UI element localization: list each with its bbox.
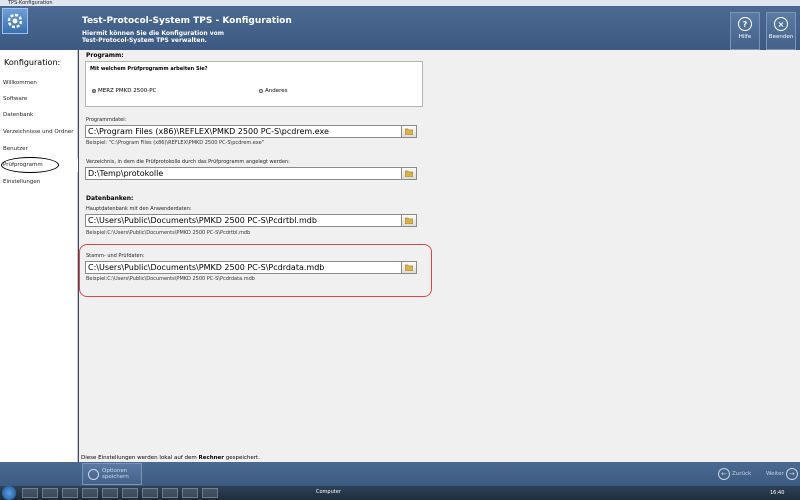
master-db-browse-button[interactable] bbox=[401, 261, 417, 274]
sidebar-item-willkommen[interactable]: Willkommen bbox=[0, 76, 78, 90]
program-question: Mit welchem Prüfprogramm arbeiten Sie? bbox=[90, 66, 208, 72]
taskbar-app-4[interactable] bbox=[82, 488, 98, 498]
folder-icon bbox=[405, 170, 413, 177]
close-icon: × bbox=[774, 17, 788, 31]
folder-icon bbox=[405, 128, 413, 135]
radio-unselected-icon bbox=[259, 89, 263, 93]
arrow-right-icon: → bbox=[785, 468, 798, 480]
sidebar-item-verzeichnisse[interactable]: Verzeichnisse und Ordner bbox=[0, 125, 78, 139]
page-title: Test-Protocol-System TPS - Konfiguration bbox=[82, 16, 292, 26]
radio-merz-label: MERZ PMKD 2500-PC bbox=[98, 88, 157, 94]
next-label: Weiter bbox=[766, 471, 784, 477]
taskbar-app-8[interactable] bbox=[162, 488, 178, 498]
databases-section-title: Datenbanken: bbox=[86, 195, 134, 202]
page-subtitle: Hiermit können Sie die Konfiguration vom… bbox=[82, 30, 282, 44]
sidebar: Konfiguration: Willkommen Software Daten… bbox=[0, 50, 78, 462]
main-db-browse-button[interactable] bbox=[401, 214, 417, 227]
help-button[interactable]: ? Hilfe bbox=[730, 12, 760, 50]
taskbar-app-2[interactable] bbox=[42, 488, 58, 498]
taskbar-app-9[interactable] bbox=[182, 488, 198, 498]
taskbar-app-7[interactable] bbox=[142, 488, 158, 498]
sidebar-item-pruefprogramm[interactable]: Prüfprogramm bbox=[0, 158, 78, 172]
protocol-dir-input[interactable]: D:\Temp\protokolle bbox=[85, 167, 403, 180]
page-subtitle-line2: Test-Protocol-System TPS verwalten. bbox=[82, 37, 208, 44]
main-db-hint: Beispiel:C:\Users\Public\Documents\PMKD … bbox=[86, 230, 251, 236]
protocol-dir-browse-button[interactable] bbox=[401, 167, 417, 180]
master-db-hint: Beispiel:C:\Users\Public\Documents\PMKD … bbox=[86, 276, 255, 282]
folder-icon bbox=[405, 264, 413, 271]
start-button-windows-icon[interactable] bbox=[2, 486, 16, 500]
taskbar-clock[interactable]: 16:40 bbox=[770, 490, 784, 496]
next-button[interactable]: Weiter → bbox=[766, 463, 800, 485]
save-options-button[interactable]: Optionen speichern bbox=[82, 463, 142, 485]
sidebar-item-benutzer[interactable]: Benutzer bbox=[0, 142, 78, 156]
main-db-input[interactable]: C:\Users\Public\Documents\PMKD 2500 PC-S… bbox=[85, 214, 403, 227]
radio-anderes[interactable]: Anderes bbox=[259, 88, 288, 94]
radio-selected-icon bbox=[92, 89, 96, 93]
footer-note-suffix: gespeichert. bbox=[223, 455, 260, 461]
taskbar-app-10[interactable] bbox=[202, 488, 218, 498]
exit-button[interactable]: × Beenden bbox=[766, 12, 796, 50]
taskbar-app-1[interactable] bbox=[22, 488, 38, 498]
sidebar-item-einstellungen[interactable]: Einstellungen bbox=[0, 175, 78, 189]
taskbar-app-3[interactable] bbox=[62, 488, 78, 498]
radio-anderes-label: Anderes bbox=[265, 88, 288, 94]
sidebar-item-software[interactable]: Software bbox=[0, 92, 78, 106]
help-icon: ? bbox=[738, 17, 752, 31]
program-file-browse-button[interactable] bbox=[401, 125, 417, 138]
sidebar-item-datenbank[interactable]: Datenbank bbox=[0, 108, 78, 122]
taskbar-tray-text[interactable]: Computer bbox=[316, 489, 341, 495]
app-logo-gear-icon bbox=[2, 8, 28, 34]
save-options-label: Optionen speichern bbox=[102, 468, 129, 480]
protocol-dir-label: Verzeichnis, in dem die Prüfprotokolle d… bbox=[86, 159, 290, 165]
master-db-label: Stamm- und Prüfdaten: bbox=[86, 253, 145, 259]
footer-note: Diese Einstellungen werden lokal auf dem… bbox=[79, 454, 800, 462]
program-section-title: Programm: bbox=[86, 52, 124, 59]
footer-note-prefix: Diese Einstellungen werden lokal auf dem bbox=[81, 455, 199, 461]
save-options-line2: speichern bbox=[102, 474, 129, 480]
help-label: Hilfe bbox=[738, 34, 752, 40]
arrow-left-icon: ← bbox=[718, 468, 730, 480]
program-file-hint: Beispiel: "C:\Program Files (x86)\REFLEX… bbox=[86, 140, 264, 146]
exit-label: Beenden bbox=[768, 34, 794, 40]
footer-note-bold: Rechner bbox=[198, 455, 224, 461]
folder-icon bbox=[405, 217, 413, 224]
radio-merz[interactable]: MERZ PMKD 2500-PC bbox=[92, 88, 156, 94]
program-file-label: Programmdatei: bbox=[86, 117, 127, 123]
page-subtitle-line1: Hiermit können Sie die Konfiguration vom bbox=[82, 30, 224, 37]
program-choice-group: Mit welchem Prüfprogramm arbeiten Sie? M… bbox=[85, 61, 423, 107]
master-db-input[interactable]: C:\Users\Public\Documents\PMKD 2500 PC-S… bbox=[85, 261, 403, 274]
bottom-bar: Optionen speichern ← Zurück Weiter → bbox=[0, 462, 800, 486]
back-button[interactable]: ← Zurück bbox=[716, 463, 751, 485]
back-label: Zurück bbox=[732, 471, 752, 477]
app-header: Test-Protocol-System TPS - Konfiguration… bbox=[0, 6, 800, 50]
program-file-input[interactable]: C:\Program Files (x86)\REFLEX\PMKD 2500 … bbox=[85, 125, 403, 138]
taskbar-app-5[interactable] bbox=[102, 488, 118, 498]
save-icon bbox=[88, 468, 99, 480]
sidebar-title: Konfiguration: bbox=[4, 58, 61, 67]
taskbar-app-6[interactable] bbox=[122, 488, 138, 498]
main-db-label: Hauptdatenbank mit den Anwenderdaten: bbox=[86, 206, 192, 212]
taskbar: Computer 16:40 bbox=[0, 486, 800, 500]
main-content: Programm: Mit welchem Prüfprogramm arbei… bbox=[79, 50, 800, 454]
